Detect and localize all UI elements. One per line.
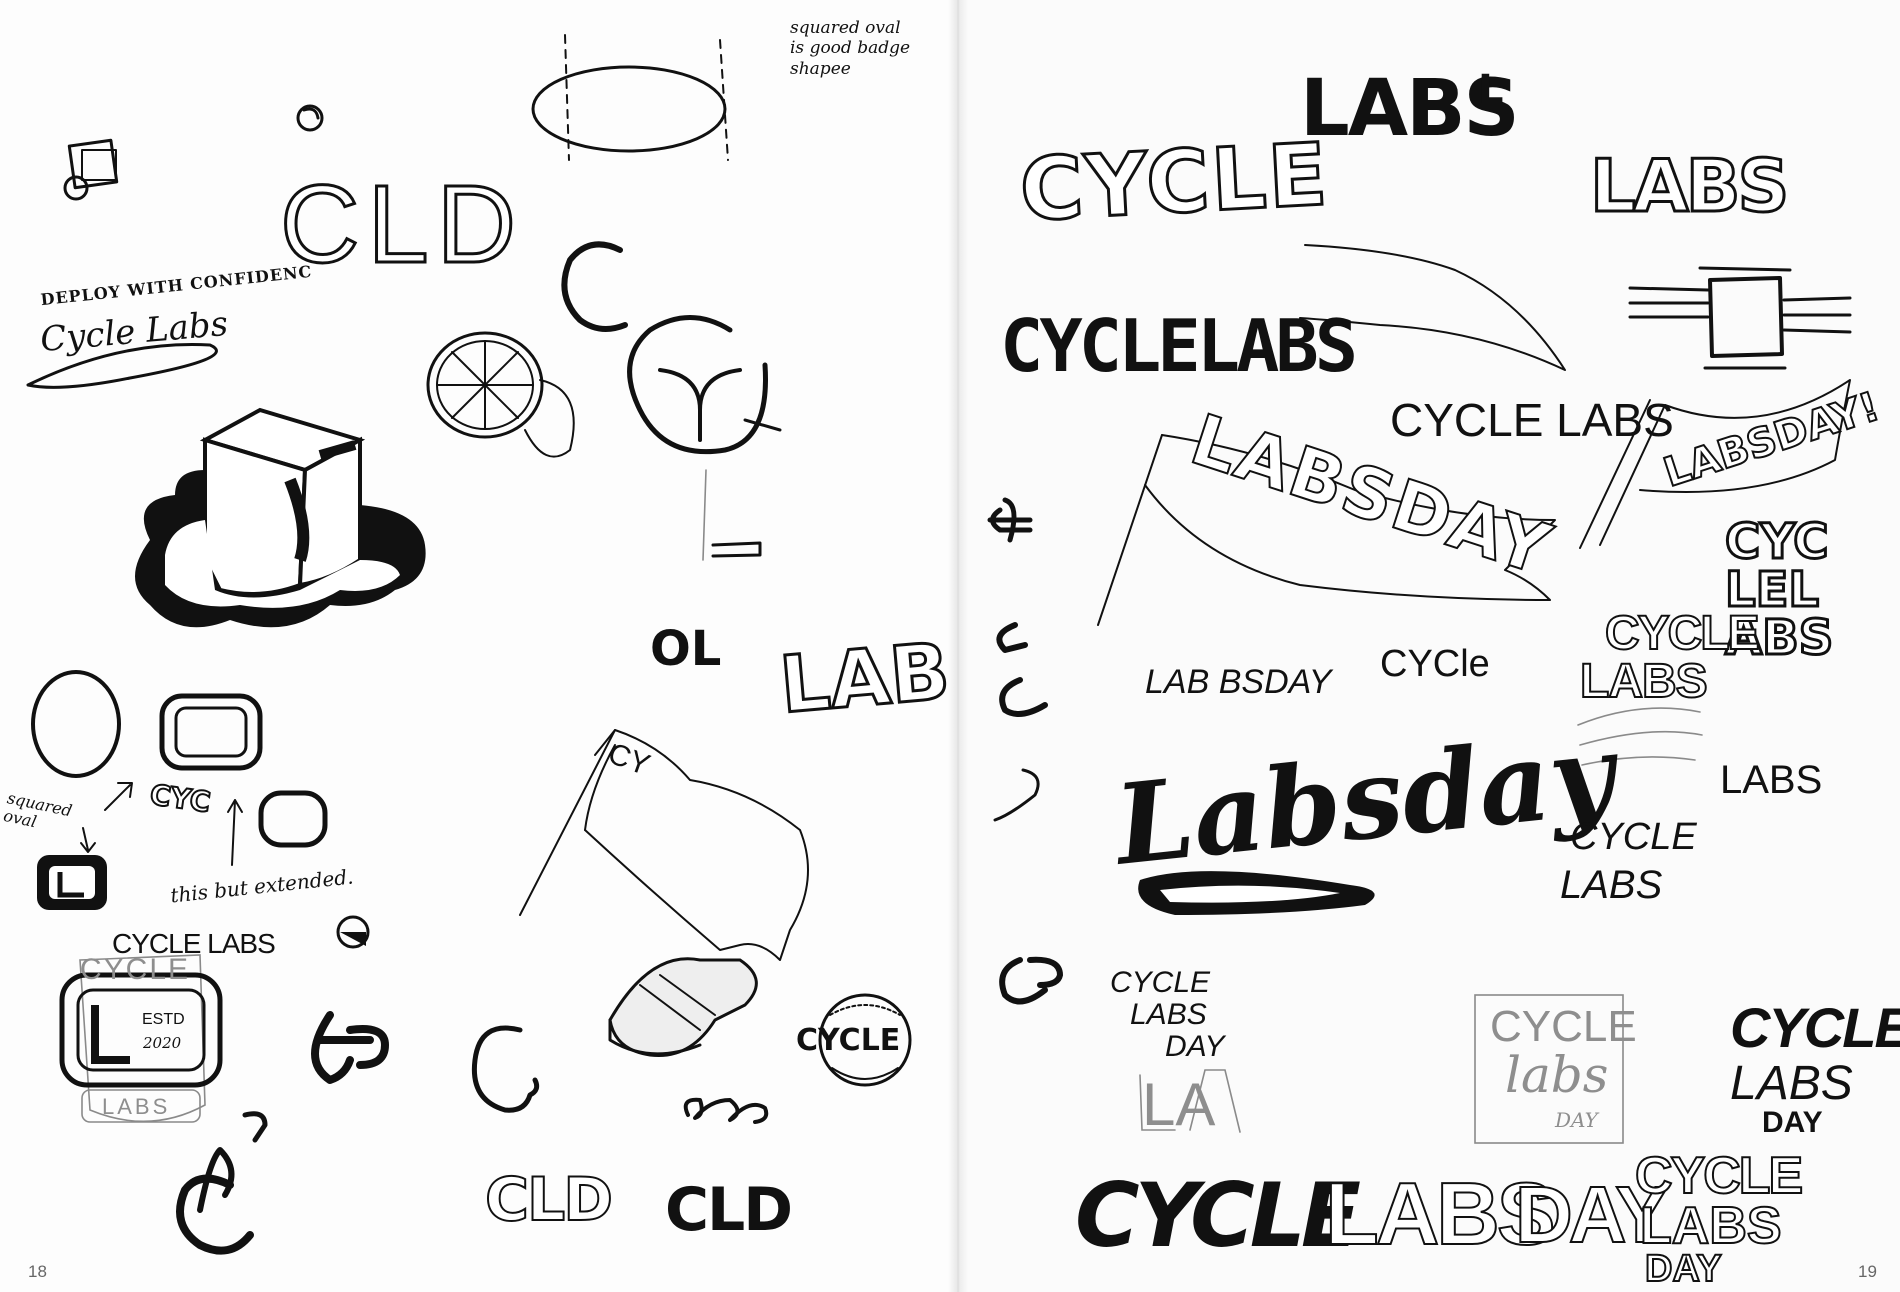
squared-oval-note: squared oval is good badge shapee [790, 18, 911, 79]
bold-stack-day: DAY [1762, 1106, 1823, 1139]
barrel-sign [1628, 266, 1852, 370]
cycle-stack-word1: CYCLE [1604, 607, 1761, 660]
oval-badge-sketch [531, 34, 729, 161]
cursive-lc-mark [311, 1011, 389, 1084]
l-mark-text: L [1478, 67, 1504, 113]
cycle-labs-mixed-1: CYCLE [1570, 816, 1697, 858]
circle-y-mark [627, 315, 782, 455]
pencil-box-labs: labs [1505, 1046, 1609, 1104]
badge-cyc-text: CYC [147, 777, 213, 820]
g-c-monogram [176, 1111, 268, 1255]
square-c-mark [63, 138, 119, 201]
labs-right-text: LABS [1588, 144, 1790, 228]
arrow-down-note [80, 827, 96, 853]
arrow-to-badge [104, 782, 133, 811]
swirl-mark [683, 1097, 769, 1124]
cld-large-text: CLD [278, 163, 525, 286]
cld-bold-bottom-2: CLD [665, 1175, 793, 1245]
bottom-cycle-text: CYCLE [1075, 1164, 1361, 1267]
page-number-right: 19 [1858, 1262, 1877, 1281]
ol-mark-text: OL [650, 621, 722, 677]
bold-stack-labs: LABS [1730, 1057, 1853, 1110]
pencil-box-cycle: CYCLE [1490, 1002, 1637, 1051]
flag-drawing [519, 729, 809, 1058]
large-c-letter [561, 241, 628, 332]
final-stack-day: DAY [1644, 1248, 1723, 1290]
cycle-labs-day-2: LABS [1130, 998, 1207, 1031]
badge-estd-text: ESTD [142, 1011, 185, 1028]
cycle-stack-word2: LABS [1579, 655, 1709, 708]
badge-top-text: CYCLE [80, 953, 191, 986]
small-c-mark-top [296, 104, 324, 132]
cld-outline-bottom-1: CLD [484, 1165, 614, 1235]
cycle-labs-mixed-2: LABS [1560, 863, 1663, 907]
lab-outline-text: LAB [775, 625, 955, 732]
cycle-labs-day-3: DAY [1165, 1030, 1225, 1063]
c-ball-mark [336, 915, 370, 949]
final-stack-labs: LABS [1639, 1197, 1783, 1255]
round-badge-text: CYCLE [796, 1023, 901, 1058]
right-page-c-marks [987, 497, 1063, 1005]
badge-year-text: 2020 [143, 1034, 182, 1052]
lab-bsday-text: LAB BSDAY [1145, 663, 1332, 701]
cycle-labs-caps-text: CYCLE LABS [1390, 394, 1674, 446]
labs-small-text: LABS [1720, 758, 1823, 802]
sketchbook-spread: squared oval is good badge shapee DEPLOY… [0, 0, 1900, 1292]
cyc-stack-1: CYC [1724, 514, 1830, 570]
cycle-block-text: CYCLE [1016, 123, 1333, 242]
cyclelabs-stencil-text: CYCLELABS [1000, 304, 1358, 388]
la-sketch-text: LA [1142, 1071, 1216, 1138]
badge-bottom-text: LABS [102, 1094, 171, 1119]
bold-stack-cycle: CYCLE [1730, 996, 1900, 1059]
lemon-drawing [426, 331, 575, 458]
squared-oval-badge-1 [159, 693, 263, 771]
page-number-left: 18 [28, 1262, 47, 1281]
squared-oval-badge-3 [37, 855, 107, 910]
pencil-box-day: DAY [1555, 1108, 1598, 1132]
arrow-extend-note [227, 799, 243, 866]
cycle-labs-day-1: CYCLE [1110, 966, 1211, 999]
large-o-circle [31, 670, 121, 778]
melting-cube-drawing [135, 407, 426, 628]
final-stack-cycle: CYCLE [1634, 1147, 1804, 1205]
cycle-light-text: CYCle [1380, 643, 1490, 685]
squared-oval-badge-2 [258, 790, 328, 848]
large-c-tail [471, 1025, 540, 1113]
